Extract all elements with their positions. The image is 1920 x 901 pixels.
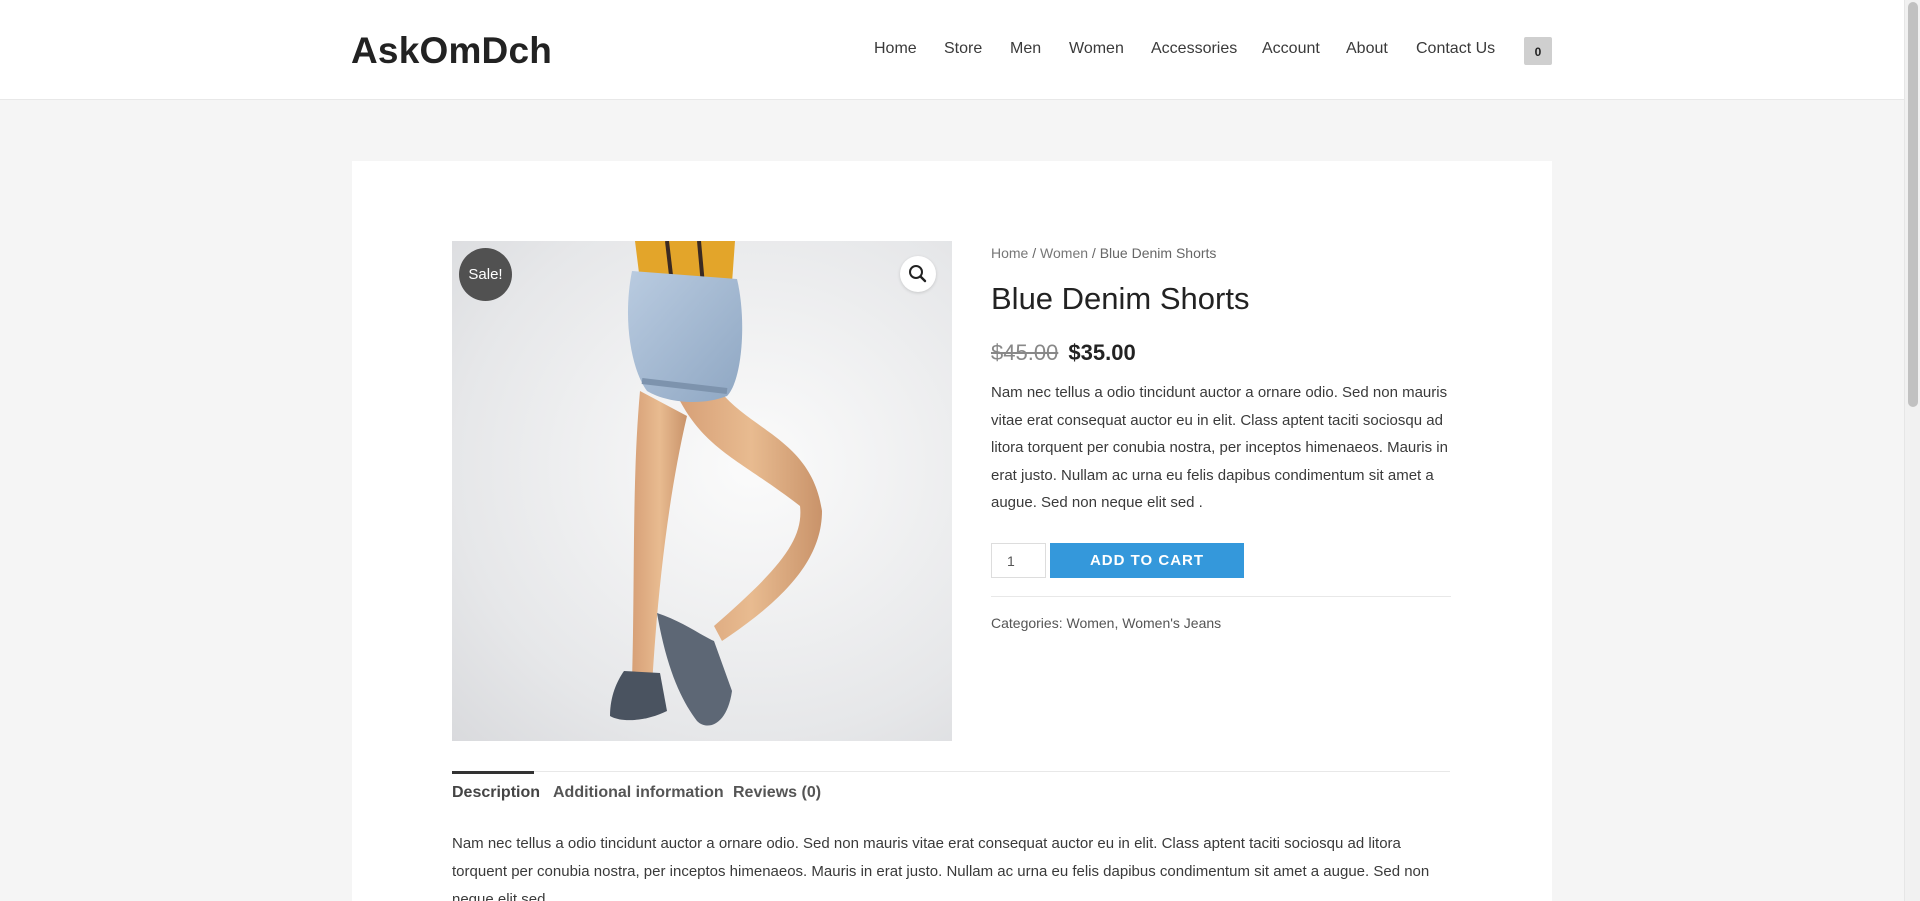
search-icon bbox=[909, 265, 927, 283]
breadcrumb-home[interactable]: Home bbox=[991, 245, 1028, 261]
breadcrumb-current: Blue Denim Shorts bbox=[1099, 245, 1217, 261]
site-header: AskOmDch Home Store Men Women Accessorie… bbox=[0, 0, 1904, 100]
scrollbar-thumb[interactable] bbox=[1908, 2, 1918, 407]
tab-description[interactable]: Description bbox=[452, 784, 540, 802]
categories-label: Categories: bbox=[991, 615, 1067, 631]
cart-count: 0 bbox=[1534, 45, 1542, 59]
nav-store[interactable]: Store bbox=[944, 40, 982, 58]
product-title: Blue Denim Shorts bbox=[991, 281, 1250, 316]
breadcrumb-separator: / bbox=[1088, 245, 1100, 261]
category-women[interactable]: Women bbox=[1066, 615, 1114, 631]
nav-women[interactable]: Women bbox=[1069, 40, 1124, 58]
cart-icon[interactable]: 0 bbox=[1524, 37, 1552, 65]
short-description: Nam nec tellus a odio tincidunt auctor a… bbox=[991, 384, 1448, 512]
zoom-button[interactable] bbox=[900, 256, 936, 292]
tab-reviews[interactable]: Reviews (0) bbox=[733, 784, 821, 802]
nav-accessories[interactable]: Accessories bbox=[1151, 40, 1237, 58]
price-old: $45.00 bbox=[991, 340, 1059, 365]
product-price: $45.00 $35.00 bbox=[991, 340, 1136, 366]
nav-men[interactable]: Men bbox=[1010, 40, 1041, 58]
quantity-input[interactable] bbox=[991, 543, 1046, 578]
scrollbar[interactable] bbox=[1904, 0, 1920, 901]
breadcrumb: Home / Women / Blue Denim Shorts bbox=[991, 245, 1216, 261]
tab-additional-information[interactable]: Additional information bbox=[553, 784, 724, 802]
price-new: $35.00 bbox=[1068, 340, 1136, 365]
breadcrumb-women[interactable]: Women bbox=[1040, 245, 1088, 261]
add-to-cart-button[interactable]: ADD TO CART bbox=[1050, 543, 1244, 578]
nav-home[interactable]: Home bbox=[874, 40, 917, 58]
product-photo bbox=[610, 241, 822, 726]
tabs-divider bbox=[452, 771, 1450, 772]
product-image[interactable] bbox=[452, 241, 952, 741]
category-womens-jeans[interactable]: Women's Jeans bbox=[1122, 615, 1221, 631]
product-categories: Categories: Women, Women's Jeans bbox=[991, 615, 1221, 631]
site-logo[interactable]: AskOmDch bbox=[351, 30, 552, 72]
nav-account[interactable]: Account bbox=[1262, 40, 1320, 58]
nav-about[interactable]: About bbox=[1346, 40, 1388, 58]
nav-contact-us[interactable]: Contact Us bbox=[1416, 40, 1495, 58]
breadcrumb-separator: / bbox=[1028, 245, 1041, 261]
description-text: Nam nec tellus a odio tincidunt auctor a… bbox=[452, 835, 1430, 901]
divider bbox=[991, 596, 1451, 597]
sale-badge: Sale! bbox=[459, 248, 512, 301]
active-tab-indicator bbox=[452, 771, 534, 774]
